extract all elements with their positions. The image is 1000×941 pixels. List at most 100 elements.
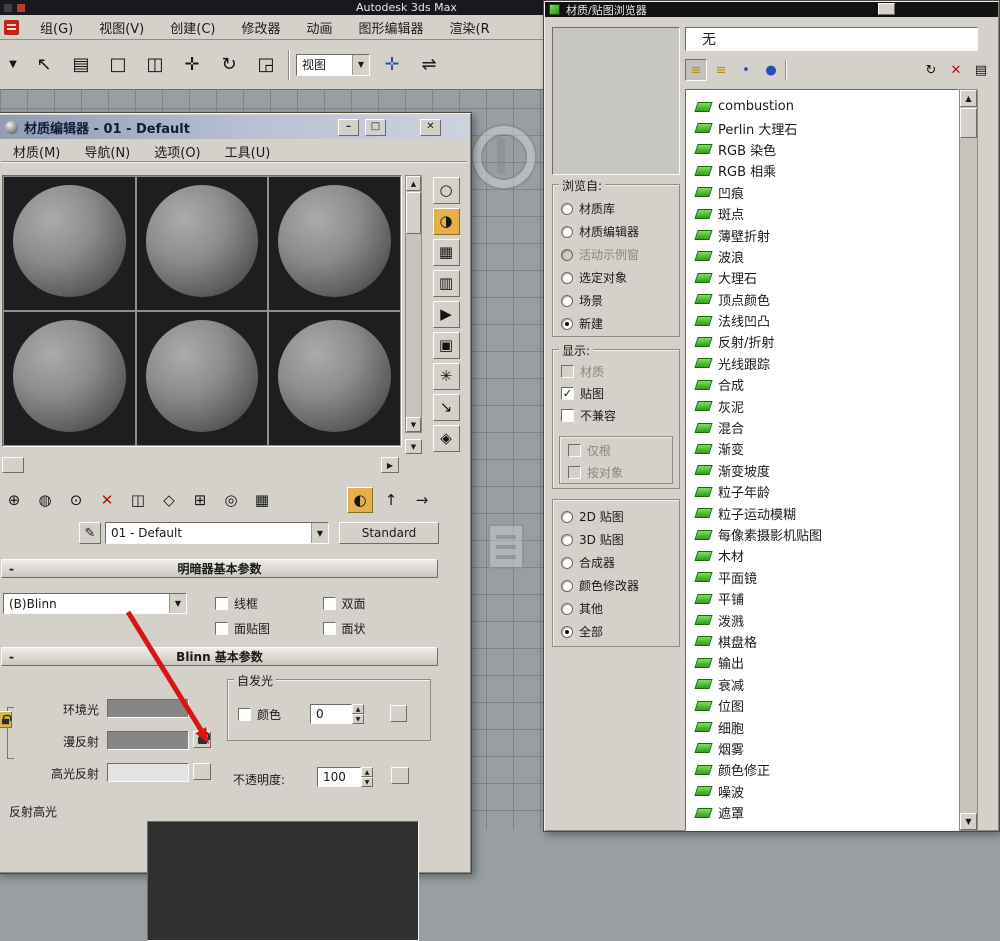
map-filter-option[interactable]: 其他 xyxy=(553,597,679,620)
map-list-item[interactable]: 噪波 xyxy=(690,781,958,802)
assign-material-to-selection-icon[interactable]: ⊙ xyxy=(63,487,89,513)
flyout-arrow-icon[interactable]: ▼ xyxy=(4,50,22,80)
show-sub-checkbox[interactable]: 按对象 xyxy=(560,461,672,483)
material-editor-titlebar[interactable]: 材质编辑器 - 01 - Default – □ ✕ xyxy=(0,115,469,139)
specular-map-button[interactable] xyxy=(193,763,211,780)
scrollbar-thumb[interactable] xyxy=(406,192,421,234)
video-color-check-icon[interactable]: ▶ xyxy=(433,301,460,328)
map-list-item[interactable]: 粒子年龄 xyxy=(690,481,958,502)
map-list-item[interactable]: 顶点颜色 xyxy=(690,289,958,310)
maximize-button[interactable]: □ xyxy=(365,119,386,136)
shader-flag-checkbox[interactable]: 线框 xyxy=(215,595,323,612)
menu-item[interactable]: 动画 xyxy=(294,18,346,37)
go-forward-to-sibling-icon[interactable]: → xyxy=(409,487,435,513)
material-sample-slot[interactable] xyxy=(137,177,268,310)
map-list-item[interactable]: 渐变坡度 xyxy=(690,460,958,481)
menu-item[interactable]: 创建(C) xyxy=(157,18,228,37)
view-large-icons-icon[interactable]: ● xyxy=(760,59,782,81)
chevron-down-icon[interactable]: ▼ xyxy=(352,55,369,75)
material-editor-menu-item[interactable]: 材质(M) xyxy=(1,142,72,161)
chevron-down-icon[interactable]: ▼ xyxy=(311,523,328,543)
map-list-item[interactable]: RGB 相乘 xyxy=(690,160,958,181)
map-filter-option[interactable]: 全部 xyxy=(553,620,679,643)
map-list-item[interactable]: 渐变 xyxy=(690,438,958,459)
delete-from-library-icon[interactable]: ✕ xyxy=(945,59,967,81)
shader-flag-checkbox[interactable]: 双面 xyxy=(323,595,431,612)
select-and-move-icon[interactable]: ✛ xyxy=(177,50,207,80)
material-editor-options-icon[interactable]: ✳ xyxy=(433,363,460,390)
map-list-item[interactable]: 每像素摄影机贴图 xyxy=(690,524,958,545)
map-list-item[interactable]: 斑点 xyxy=(690,203,958,224)
map-list-item[interactable]: 光线跟踪 xyxy=(690,353,958,374)
mirror-icon[interactable]: ⇌ xyxy=(414,50,444,80)
scroll-down-icon[interactable]: ▼ xyxy=(960,813,977,830)
sample-type-sphere-icon[interactable]: ○ xyxy=(433,177,460,204)
show-checkbox[interactable]: 贴图 xyxy=(553,382,679,404)
browse-from-option[interactable]: 场景 xyxy=(553,289,679,312)
put-to-library-icon[interactable]: ⊞ xyxy=(187,487,213,513)
browser-titlebar[interactable]: 材质/贴图浏览器 xyxy=(545,2,998,17)
show-end-result-icon[interactable]: ◐ xyxy=(347,487,373,513)
diffuse-color-swatch[interactable] xyxy=(107,731,189,750)
opacity-value[interactable]: 100 xyxy=(317,767,361,787)
chevron-down-icon[interactable]: ▼ xyxy=(169,594,186,613)
map-list-item[interactable]: 平面镜 xyxy=(690,567,958,588)
map-list-item[interactable]: 平铺 xyxy=(690,588,958,609)
map-list-item[interactable]: 薄壁折射 xyxy=(690,224,958,245)
menu-item[interactable]: 视图(V) xyxy=(86,18,157,37)
material-sample-slot[interactable] xyxy=(4,312,135,445)
show-checkbox[interactable]: 材质 xyxy=(553,360,679,382)
opacity-map-button[interactable] xyxy=(391,767,409,784)
current-selection-field[interactable]: 无 xyxy=(685,27,978,51)
browse-from-option[interactable]: 材质编辑器 xyxy=(553,220,679,243)
material-name-dropdown[interactable]: 01 - Default ▼ xyxy=(105,522,329,544)
shader-flag-checkbox[interactable]: 面贴图 xyxy=(215,620,323,637)
menu-item[interactable]: 修改器 xyxy=(229,18,294,37)
show-map-in-viewport-icon[interactable]: ▦ xyxy=(249,487,275,513)
put-material-to-scene-icon[interactable]: ◍ xyxy=(32,487,58,513)
material-editor-menu-item[interactable]: 工具(U) xyxy=(213,142,283,161)
shader-type-dropdown[interactable]: (B)Blinn ▼ xyxy=(3,593,187,614)
drag-sample-swatch[interactable] xyxy=(2,457,24,473)
opacity-spinner[interactable]: ▲▼ xyxy=(361,767,373,787)
axis-constraint-icon[interactable]: ✛ xyxy=(377,50,407,80)
map-list-item[interactable]: 波浪 xyxy=(690,246,958,267)
rollout-shader-basic-params[interactable]: - 明暗器基本参数 xyxy=(1,559,438,578)
select-and-rotate-icon[interactable]: ↻ xyxy=(214,50,244,80)
diffuse-map-lock-icon[interactable] xyxy=(193,731,211,748)
scrollbar-thumb[interactable] xyxy=(960,108,977,138)
ambient-color-swatch[interactable] xyxy=(107,699,189,718)
make-material-copy-icon[interactable]: ◫ xyxy=(125,487,151,513)
slot-scroll-down-icon[interactable]: ▼ xyxy=(405,439,422,454)
self-illumination-value[interactable]: 0 xyxy=(310,704,352,724)
scroll-up-icon[interactable]: ▲ xyxy=(960,90,977,107)
self-illumination-spinner[interactable]: ▲▼ xyxy=(352,704,364,724)
color-checkbox[interactable]: 颜色 xyxy=(238,706,281,723)
menu-item[interactable]: 渲染(R xyxy=(437,18,503,37)
map-list-item[interactable]: 法线凹凸 xyxy=(690,310,958,331)
map-filter-option[interactable]: 合成器 xyxy=(553,551,679,574)
map-list-item[interactable]: 衰减 xyxy=(690,674,958,695)
map-filter-option[interactable]: 颜色修改器 xyxy=(553,574,679,597)
close-button[interactable]: ✕ xyxy=(420,119,441,136)
backlight-icon[interactable]: ◑ xyxy=(433,208,460,235)
lock-ambient-diffuse-icon[interactable] xyxy=(0,711,12,728)
menu-item[interactable]: 图形编辑器 xyxy=(346,18,437,37)
make-unique-icon[interactable]: ◇ xyxy=(156,487,182,513)
map-list-item[interactable]: 颜色修正 xyxy=(690,759,958,780)
app-menu-icon[interactable] xyxy=(4,20,19,35)
material-sample-slot[interactable] xyxy=(269,312,400,445)
map-list-item[interactable]: combustion xyxy=(690,96,958,117)
material-type-button[interactable]: Standard xyxy=(339,522,439,544)
map-list-item[interactable]: 遮罩 xyxy=(690,802,958,823)
select-by-material-icon[interactable]: ↘ xyxy=(433,394,460,421)
view-list-icon[interactable]: ≡ xyxy=(685,59,707,81)
scroll-down-icon[interactable]: ▼ xyxy=(406,417,421,432)
minimize-button[interactable]: – xyxy=(338,119,359,136)
sample-slots-scrollbar[interactable]: ▲ ▼ xyxy=(405,175,422,433)
menu-item[interactable]: 组(G) xyxy=(27,18,86,37)
map-list-item[interactable]: 烟雾 xyxy=(690,738,958,759)
map-list-item[interactable]: 混合 xyxy=(690,417,958,438)
show-checkbox[interactable]: 不兼容 xyxy=(553,404,679,426)
material-sample-slot[interactable] xyxy=(269,177,400,310)
